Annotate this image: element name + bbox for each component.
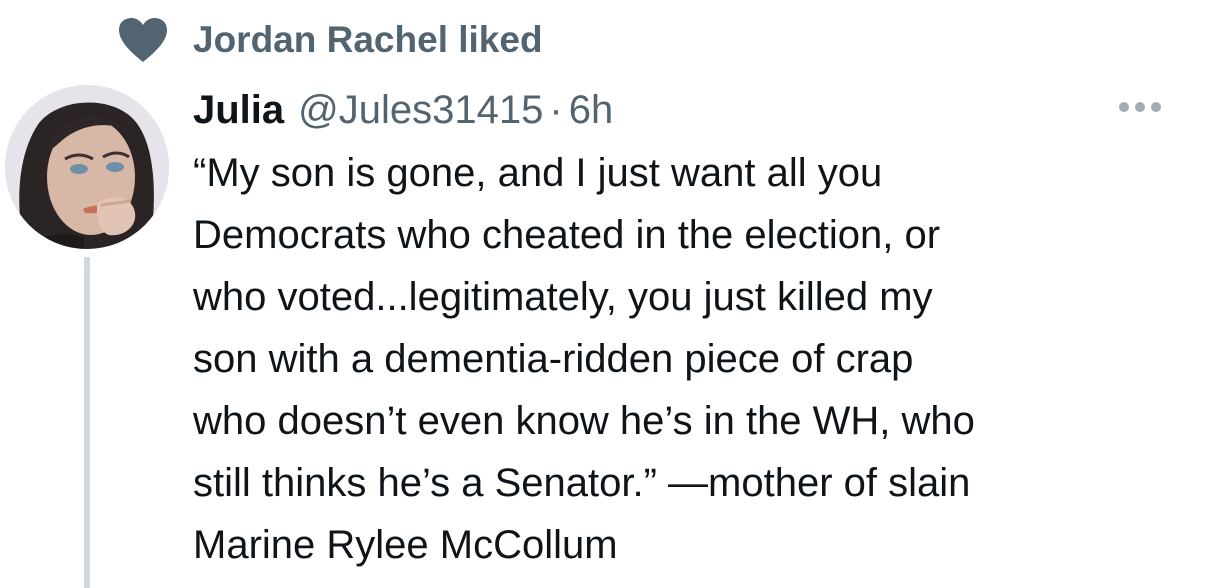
tweet-header: Julia @Jules31415 · 6h <box>193 88 613 136</box>
tweet-text-line: who doesn’t even know he’s in the WH, wh… <box>193 399 975 443</box>
social-context: Jordan Rachel liked <box>117 16 543 64</box>
tweet-text-line: who voted...legitimately, you just kille… <box>193 275 933 319</box>
author-handle[interactable]: @Jules31415 <box>298 88 543 133</box>
social-context-text[interactable]: Jordan Rachel liked <box>193 19 543 61</box>
header-separator: · <box>549 88 563 132</box>
author-display-name[interactable]: Julia <box>193 88 284 133</box>
tweet-text-line: Marine Rylee McCollum <box>193 523 618 567</box>
tweet-timestamp[interactable]: 6h <box>569 88 614 133</box>
more-options-button[interactable] <box>1112 92 1168 122</box>
tweet-text-line: son with a dementia-ridden piece of crap <box>193 337 914 381</box>
avatar[interactable] <box>5 85 169 249</box>
heart-icon <box>119 18 167 62</box>
tweet-text: “My son is gone, and I just want all you… <box>193 142 1193 576</box>
thread-line <box>84 257 90 588</box>
tweet-text-line: “My son is gone, and I just want all you <box>193 151 883 195</box>
avatar-image <box>5 85 169 249</box>
more-options-icon <box>1119 102 1161 112</box>
tweet-text-line: still thinks he’s a Senator.” —mother of… <box>193 461 971 505</box>
tweet-text-line: Democrats who cheated in the election, o… <box>193 213 941 257</box>
